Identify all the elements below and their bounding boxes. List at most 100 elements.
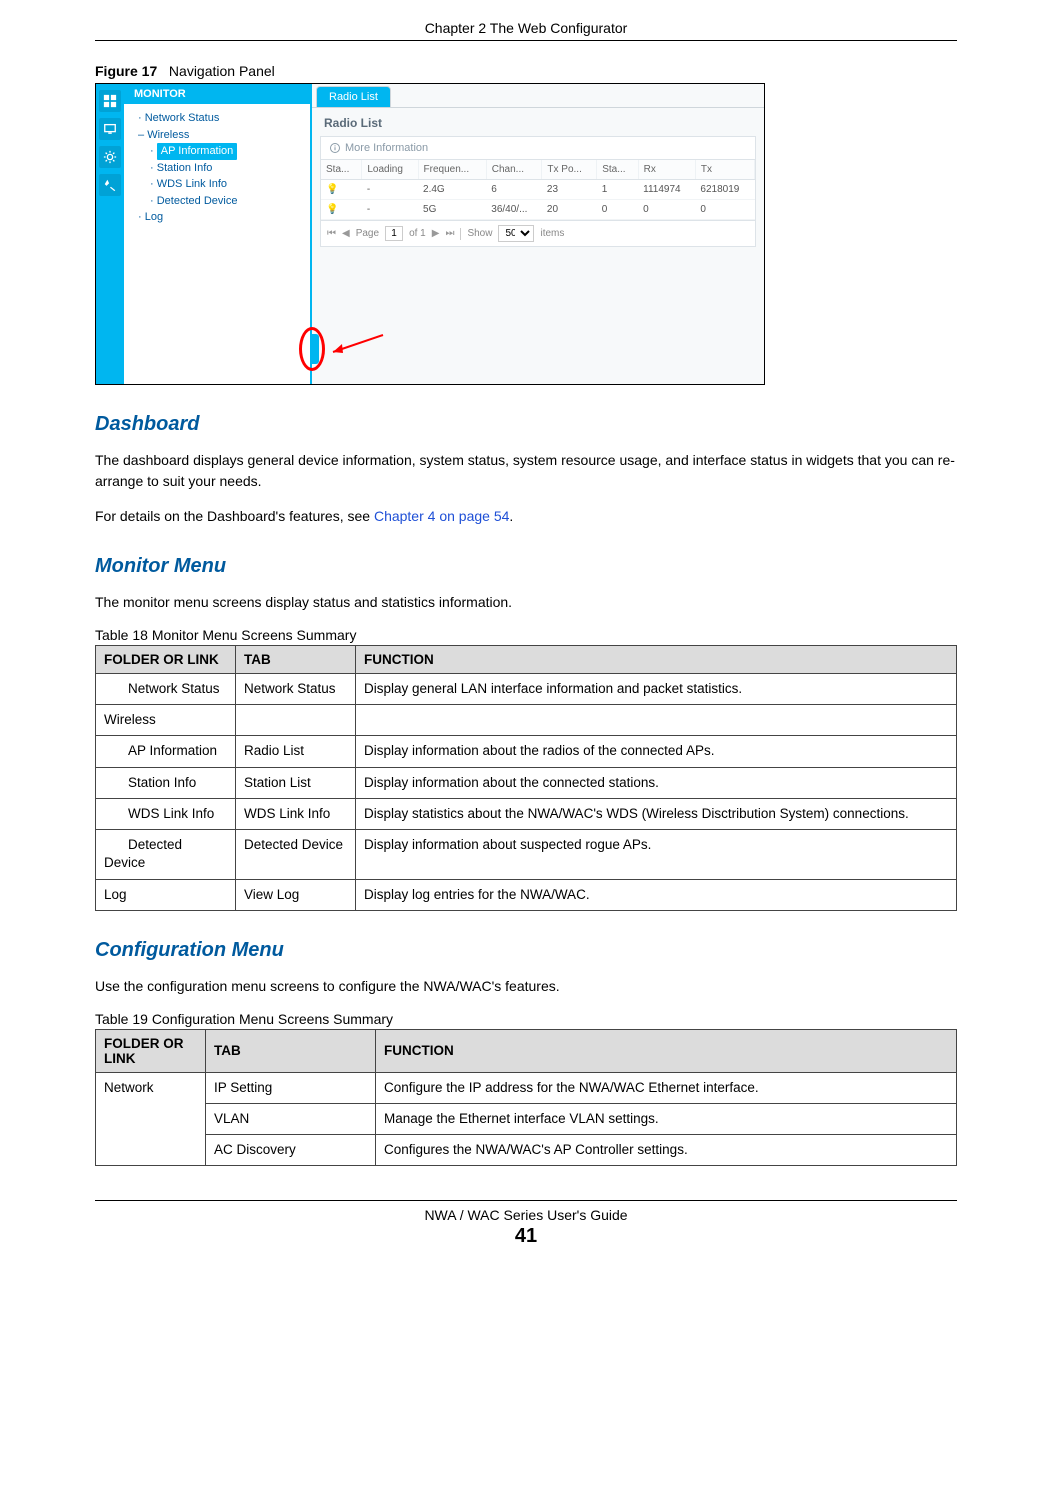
cell: VLAN — [206, 1103, 376, 1134]
t19-header-tab: TAB — [206, 1029, 376, 1072]
cell: 5G — [418, 200, 486, 220]
cell: 20 — [542, 200, 597, 220]
cell: Wireless — [96, 705, 236, 736]
t19-network-cell: Network — [96, 1072, 206, 1166]
icon-sidebar — [96, 84, 124, 384]
dashboard-heading: Dashboard — [95, 413, 957, 436]
more-info-label: More Information — [345, 142, 428, 154]
navigation-panel-screenshot: MONITOR · Network Status – Wireless · AP… — [95, 83, 765, 385]
cell: 36/40/... — [486, 200, 542, 220]
col-loading[interactable]: Loading — [362, 160, 418, 180]
cell: 6218019 — [695, 180, 754, 200]
info-icon — [329, 142, 341, 154]
cell: 0 — [597, 200, 638, 220]
show-label: Show — [467, 228, 492, 239]
t18-header-folder: FOLDER OR LINK — [96, 646, 236, 674]
cell: Detected Device — [236, 830, 356, 879]
header-rule — [95, 40, 957, 41]
cell: 0 — [638, 200, 695, 220]
table-18-caption: Table 18 Monitor Menu Screens Summary — [95, 627, 957, 643]
cell: Network Status — [96, 674, 236, 705]
cell: Display statistics about the NWA/WAC's W… — [356, 798, 957, 829]
cell: 6 — [486, 180, 542, 200]
cell: WDS Link Info — [236, 798, 356, 829]
col-stations[interactable]: Sta... — [597, 160, 638, 180]
items-label: items — [540, 228, 564, 239]
page-last-icon[interactable]: ⏭ — [445, 228, 454, 239]
table-row: VLAN Manage the Ethernet interface VLAN … — [96, 1103, 957, 1134]
page-input[interactable] — [385, 226, 403, 241]
text: . — [509, 508, 513, 524]
col-tx[interactable]: Tx — [695, 160, 754, 180]
main-panel: Radio List Radio List More Information S… — [312, 84, 764, 384]
cell: Display general LAN interface informatio… — [356, 674, 957, 705]
table-18: FOLDER OR LINK TAB FUNCTION Network Stat… — [95, 645, 957, 911]
bulb-icon: 💡 — [326, 184, 338, 195]
table-19: FOLDER OR LINK TAB FUNCTION Network IP S… — [95, 1029, 957, 1167]
cell: Display information about the radios of … — [356, 736, 957, 767]
tree-detected-device[interactable]: · Detected Device — [150, 193, 304, 210]
cell: Configures the NWA/WAC's AP Controller s… — [376, 1135, 957, 1166]
cell: Log — [96, 879, 236, 910]
cell: Radio List — [236, 736, 356, 767]
more-info-button[interactable]: More Information — [321, 137, 755, 160]
footer-rule — [95, 1200, 957, 1201]
cell: Detected Device — [96, 830, 236, 879]
nav-sidebar: MONITOR · Network Status – Wireless · AP… — [124, 84, 312, 384]
page-of-label: of 1 — [409, 228, 426, 239]
tree-ap-information[interactable]: · AP Information — [150, 143, 304, 160]
t19-header-folder: FOLDER OR LINK — [96, 1029, 206, 1072]
cell: Station List — [236, 767, 356, 798]
col-status[interactable]: Sta... — [321, 160, 362, 180]
page-next-icon[interactable]: ▶ — [432, 228, 440, 239]
table-19-caption: Table 19 Configuration Menu Screens Summ… — [95, 1011, 957, 1027]
figure-caption: Figure 17 Navigation Panel — [95, 63, 957, 79]
col-channel[interactable]: Chan... — [486, 160, 542, 180]
page-label: Page — [356, 228, 379, 239]
chapter-4-link[interactable]: Chapter 4 on page 54 — [374, 508, 509, 524]
table-row[interactable]: 💡 - 2.4G 6 23 1 1114974 6218019 — [321, 180, 755, 200]
tab-bar: Radio List — [312, 84, 764, 108]
cell: WDS Link Info — [96, 798, 236, 829]
col-frequency[interactable]: Frequen... — [418, 160, 486, 180]
collapse-handle[interactable] — [311, 334, 319, 364]
cell — [356, 705, 957, 736]
cell: - — [362, 180, 418, 200]
page-prev-icon[interactable]: ◀ — [342, 228, 350, 239]
tree-wds-link-info[interactable]: · WDS Link Info — [150, 176, 304, 193]
figure-label: Figure 17 — [95, 63, 157, 79]
monitor-header: MONITOR — [124, 84, 310, 104]
table-row[interactable]: 💡 - 5G 36/40/... 20 0 0 0 — [321, 200, 755, 220]
panel-title: Radio List — [312, 108, 764, 136]
page-first-icon[interactable]: ⏮ — [327, 228, 336, 239]
figure-title — [161, 63, 169, 79]
tree-wireless[interactable]: – Wireless — [138, 127, 304, 144]
paging-bar: ⏮ ◀ Page of 1 ▶ ⏭ Show 50 items — [321, 220, 755, 246]
monitor-icon[interactable] — [99, 118, 121, 140]
table-row: LogView LogDisplay log entries for the N… — [96, 879, 957, 910]
cell: Station Info — [96, 767, 236, 798]
table-row: AC Discovery Configures the NWA/WAC's AP… — [96, 1135, 957, 1166]
cell: AC Discovery — [206, 1135, 376, 1166]
table-row: Station InfoStation ListDisplay informat… — [96, 767, 957, 798]
tree-station-info[interactable]: · Station Info — [150, 160, 304, 177]
dashboard-icon[interactable] — [99, 90, 121, 112]
cell: Manage the Ethernet interface VLAN setti… — [376, 1103, 957, 1134]
text: For details on the Dashboard's features,… — [95, 508, 374, 524]
cell: 1114974 — [638, 180, 695, 200]
col-txpower[interactable]: Tx Po... — [542, 160, 597, 180]
maintenance-icon[interactable] — [99, 174, 121, 196]
col-rx[interactable]: Rx — [638, 160, 695, 180]
cell: 2.4G — [418, 180, 486, 200]
footer-title: NWA / WAC Series User's Guide — [95, 1207, 957, 1223]
tab-radio-list[interactable]: Radio List — [316, 86, 391, 107]
tree-log[interactable]: · Log — [138, 209, 304, 226]
t18-header-function: FUNCTION — [356, 646, 957, 674]
config-icon[interactable] — [99, 146, 121, 168]
cell — [236, 705, 356, 736]
show-select[interactable]: 50 — [498, 225, 534, 242]
cell: Display information about suspected rogu… — [356, 830, 957, 879]
tree-network-status[interactable]: · Network Status — [138, 110, 304, 127]
chapter-header: Chapter 2 The Web Configurator — [95, 20, 957, 36]
footer-page-number: 41 — [95, 1225, 957, 1248]
